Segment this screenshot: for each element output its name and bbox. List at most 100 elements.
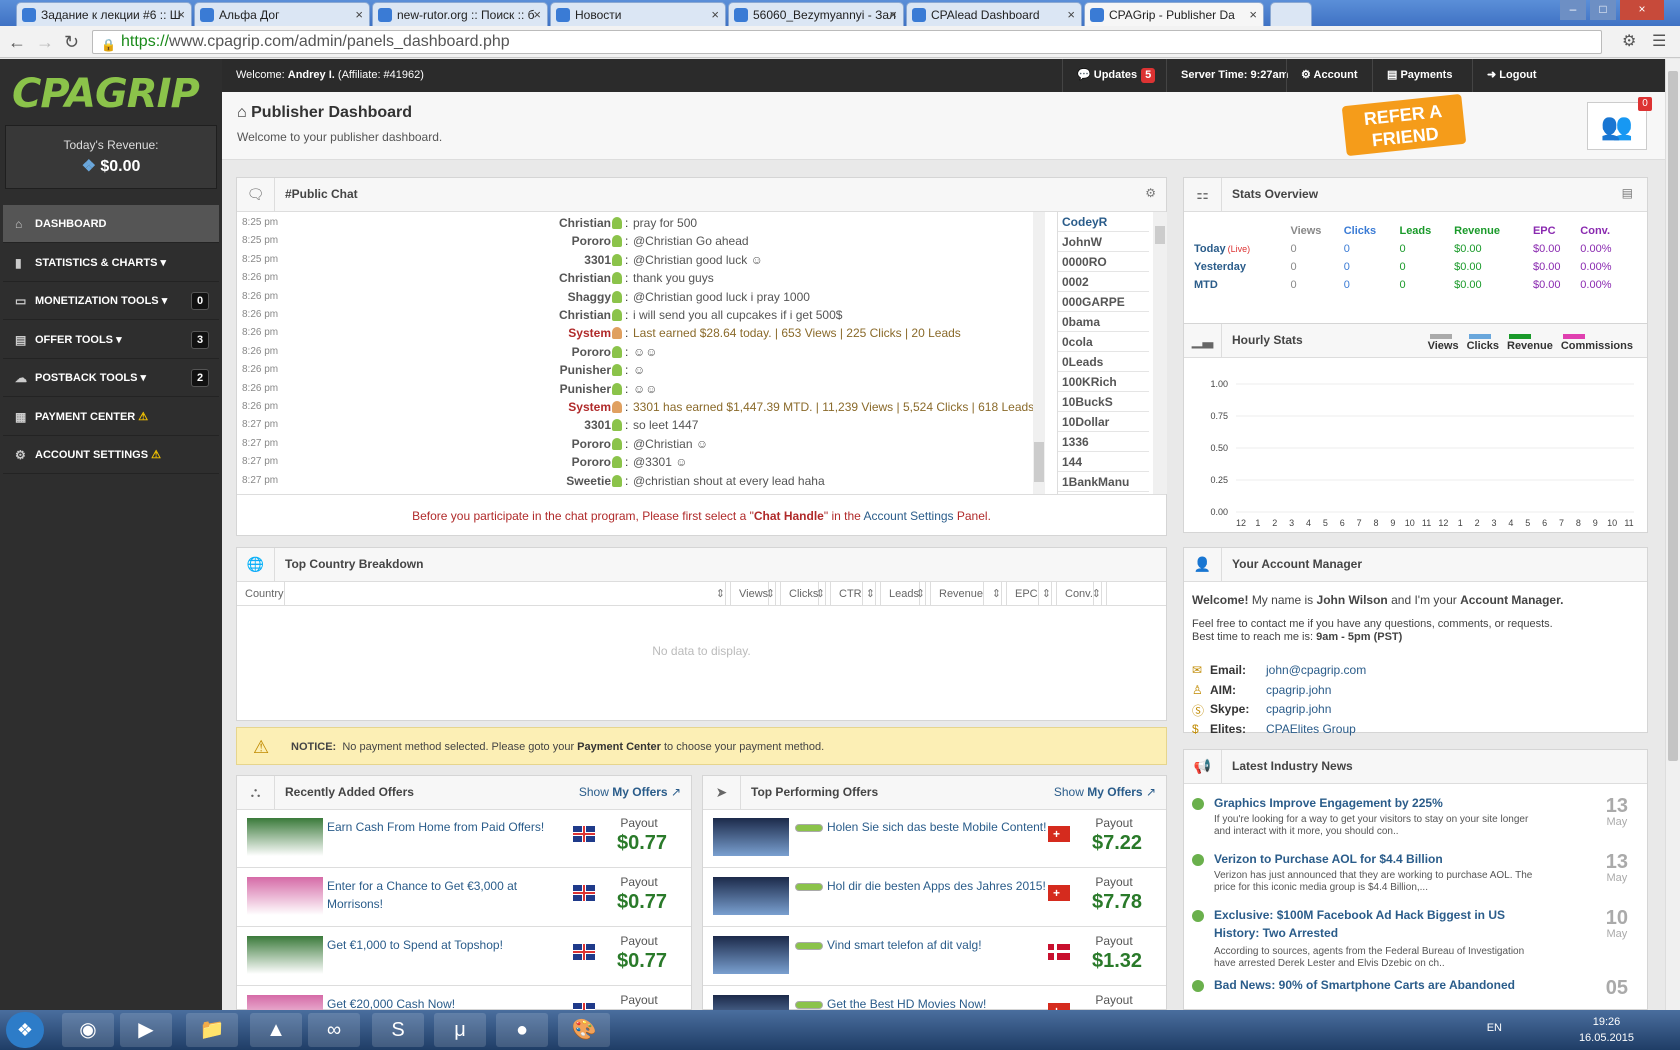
browser-tab[interactable]: CPAGrip - Publisher Da ×: [1084, 2, 1264, 26]
sort-icon[interactable]: ⇕: [712, 582, 726, 606]
chat-user[interactable]: 10Dollar: [1058, 412, 1149, 432]
chat-user[interactable]: 1336: [1058, 432, 1149, 452]
chat-user[interactable]: 0bama: [1058, 312, 1149, 332]
scrollbar-thumb[interactable]: [1668, 71, 1678, 761]
sidebar-item-statistics-charts[interactable]: ▮ STATISTICS & CHARTS ▾: [3, 244, 219, 282]
column-header-country[interactable]: Country ⇕: [237, 582, 731, 606]
stats-row-label[interactable]: MTD: [1194, 276, 1290, 294]
contact-value-link[interactable]: cpagrip.john: [1266, 702, 1331, 716]
chat-username[interactable]: Pororo: [572, 453, 611, 471]
sidebar-item-postback-tools[interactable]: ☁ POSTBACK TOOLS ▾ 2: [3, 359, 219, 397]
payment-center-link[interactable]: Payment Center: [577, 741, 661, 753]
offer-title-link[interactable]: Earn Cash From Home from Paid Offers!: [327, 818, 567, 836]
news-headline-link[interactable]: Bad News: 90% of Smartphone Carts are Ab…: [1214, 976, 1534, 994]
stats-row-label[interactable]: Yesterday: [1194, 258, 1290, 276]
sidebar-item-account-settings[interactable]: ⚙ ACCOUNT SETTINGS ⚠: [3, 436, 219, 474]
sidebar-item-payment-center[interactable]: ▦ PAYMENT CENTER ⚠: [3, 398, 219, 436]
contact-value-link[interactable]: cpagrip.john: [1266, 683, 1331, 697]
close-icon[interactable]: ×: [1067, 3, 1075, 26]
close-icon[interactable]: ×: [1249, 3, 1257, 26]
offer-title-link[interactable]: Get €1,000 to Spend at Topshop!: [327, 936, 567, 954]
chat-user[interactable]: CodeyR: [1058, 212, 1149, 232]
chat-scrollbar[interactable]: [1033, 212, 1045, 494]
sort-icon[interactable]: ⇕: [912, 582, 926, 606]
column-header-conv[interactable]: Conv. ⇕: [1057, 582, 1107, 606]
settings-gear-icon[interactable]: ⚙: [1145, 186, 1156, 200]
browser-tab[interactable]: CPAlead Dashboard ×: [906, 2, 1082, 26]
table-toggle-icon[interactable]: ▤: [1622, 186, 1633, 200]
maximize-icon[interactable]: □: [1590, 0, 1616, 20]
system-clock[interactable]: 19:26 16.05.2015: [1579, 1014, 1634, 1046]
browser-tab[interactable]: Альфа Дог ×: [194, 2, 370, 26]
visual-studio-icon[interactable]: ∞: [308, 1013, 360, 1047]
chat-user[interactable]: 0002: [1058, 272, 1149, 292]
sort-icon[interactable]: ⇕: [1088, 582, 1102, 606]
new-tab-button[interactable]: [1270, 2, 1312, 26]
chat-scrollbar-thumb[interactable]: [1034, 442, 1044, 482]
offer-title-link[interactable]: Get the Best HD Movies Now!: [827, 995, 1067, 1010]
column-header-clicks[interactable]: Clicks ⇕: [781, 582, 831, 606]
offer-title-link[interactable]: Vind smart telefon af dit valg!: [827, 936, 1067, 954]
chrome-icon[interactable]: ◉: [62, 1013, 114, 1047]
close-icon[interactable]: ×: [533, 3, 541, 26]
chat-user[interactable]: JohnW: [1058, 232, 1149, 252]
close-icon[interactable]: ×: [177, 3, 185, 26]
sidebar-item-monetization-tools[interactable]: ▭ MONETIZATION TOOLS ▾ 0: [3, 282, 219, 320]
sort-icon[interactable]: ⇕: [862, 582, 876, 606]
utorrent-icon[interactable]: μ: [434, 1013, 486, 1047]
page-scrollbar[interactable]: [1665, 59, 1680, 1010]
news-headline-link[interactable]: Graphics Improve Engagement by 225%: [1214, 794, 1534, 812]
chat-log[interactable]: 8:25 pm Christian: pray for 500 8:25 pm Poro…: [237, 212, 1045, 494]
account-settings-link[interactable]: Account Settings: [863, 509, 953, 523]
chat-username[interactable]: Shaggy: [568, 288, 611, 306]
sort-icon[interactable]: ⇕: [762, 582, 776, 606]
start-button[interactable]: ❖: [6, 1012, 44, 1048]
show-my-offers-link[interactable]: Show My Offers ↗: [579, 776, 681, 809]
chat-username[interactable]: Sweetie: [566, 472, 611, 490]
language-indicator[interactable]: EN: [1487, 1022, 1502, 1034]
chat-username[interactable]: Punisher: [560, 361, 611, 379]
chat-username[interactable]: Punisher: [560, 380, 611, 398]
chat-user-list[interactable]: CodeyR JohnW 0000RO 0002 000GARPE 0bama 0cola 0…: [1057, 212, 1167, 494]
reload-icon[interactable]: ↻: [64, 32, 79, 52]
chat-user[interactable]: 000GARPE: [1058, 292, 1149, 312]
contact-value-link[interactable]: CPAElites Group: [1266, 722, 1356, 736]
offer-title-link[interactable]: Enter for a Chance to Get €3,000 at Morr…: [327, 877, 567, 913]
sort-icon[interactable]: ⇕: [988, 582, 1002, 606]
browser-tab[interactable]: new-rutor.org :: Поиск :: б ×: [372, 2, 548, 26]
chat-user[interactable]: 0Leads: [1058, 352, 1149, 372]
chat-username[interactable]: Christian: [559, 214, 611, 232]
media-player-icon[interactable]: ▶: [120, 1013, 172, 1047]
close-icon[interactable]: ×: [889, 3, 897, 26]
chat-username[interactable]: 3301: [584, 416, 611, 434]
user-list-scrollbar[interactable]: [1153, 212, 1167, 494]
column-header-revenue[interactable]: Revenue ⇕: [931, 582, 1007, 606]
offer-thumbnail[interactable]: [247, 818, 323, 856]
sidebar-item-offer-tools[interactable]: ▤ OFFER TOOLS ▾ 3: [3, 321, 219, 359]
offer-thumbnail[interactable]: [247, 936, 323, 974]
offer-title-link[interactable]: Get €20,000 Cash Now!: [327, 995, 567, 1010]
app-icon[interactable]: ▲: [250, 1013, 302, 1047]
stats-row-label[interactable]: Today (Live): [1194, 240, 1290, 258]
chat-user[interactable]: 1BankManu: [1058, 472, 1149, 492]
close-window-icon[interactable]: ×: [1620, 0, 1664, 20]
scrollbar-thumb[interactable]: [1155, 226, 1165, 244]
close-icon[interactable]: ×: [711, 3, 719, 26]
updates-button[interactable]: 💬 Updates 5: [1062, 59, 1169, 92]
chat-user[interactable]: 10BuckS: [1058, 392, 1149, 412]
news-headline-link[interactable]: Exclusive: $100M Facebook Ad Hack Bigges…: [1214, 906, 1534, 942]
sidebar-item-dashboard[interactable]: ⌂ DASHBOARD: [3, 205, 219, 243]
offer-thumbnail[interactable]: [247, 877, 323, 915]
paint-icon[interactable]: 🎨: [558, 1013, 610, 1047]
chat-user[interactable]: 144: [1058, 452, 1149, 472]
chat-user[interactable]: 100KRich: [1058, 372, 1149, 392]
back-icon[interactable]: ←: [8, 32, 26, 52]
offer-thumbnail[interactable]: [713, 877, 789, 915]
offer-thumbnail[interactable]: [713, 995, 789, 1010]
skype-icon[interactable]: S: [372, 1013, 424, 1047]
browser-tab[interactable]: Новости ×: [550, 2, 726, 26]
close-icon[interactable]: ×: [355, 3, 363, 26]
chat-user[interactable]: 0cola: [1058, 332, 1149, 352]
chat-username[interactable]: System: [568, 398, 611, 416]
browser-tab[interactable]: Задание к лекции #6 :: Ш ×: [16, 2, 192, 26]
